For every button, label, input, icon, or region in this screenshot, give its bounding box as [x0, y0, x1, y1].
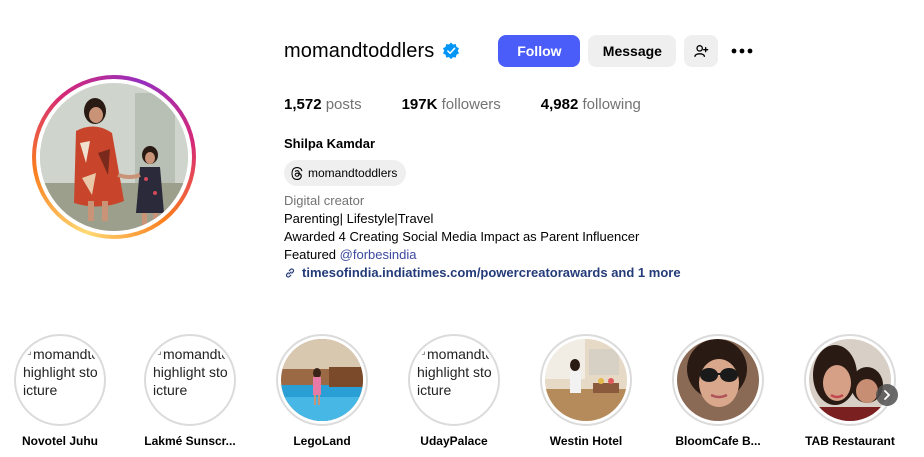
- highlight-label: UdayPalace: [420, 434, 488, 448]
- highlight-westin-hotel[interactable]: Westin Hotel: [526, 334, 646, 448]
- highlight-label: BloomCafe B...: [675, 434, 761, 448]
- followers-label: followers: [441, 96, 501, 113]
- avatar-photo: [40, 83, 188, 231]
- threads-badge[interactable]: momandtoddlers: [284, 160, 407, 186]
- highlight-cover-broken: momandtoo highlight sto icture: [19, 339, 101, 421]
- follow-button[interactable]: Follow: [498, 35, 581, 67]
- more-options-button[interactable]: [726, 35, 758, 67]
- mother-child-selfie-photo: [809, 339, 891, 421]
- profile-avatar[interactable]: [32, 75, 196, 239]
- following-stat[interactable]: 4,982 following: [541, 96, 641, 113]
- followers-stat[interactable]: 197K followers: [402, 96, 501, 113]
- verified-badge-icon: [442, 42, 460, 60]
- external-link[interactable]: timesofindia.indiatimes.com/powercreator…: [284, 264, 681, 282]
- highlight-udaypalace[interactable]: momandtoo highlight sto icture UdayPalac…: [394, 334, 514, 448]
- highlights-next-button[interactable]: [876, 384, 898, 406]
- external-link-text: timesofindia.indiatimes.com/powercreator…: [302, 265, 681, 280]
- username[interactable]: momandtoddlers: [284, 40, 434, 63]
- threads-handle: momandtoddlers: [308, 166, 398, 180]
- highlight-novotel-juhu[interactable]: momandtoo highlight sto icture Novotel J…: [0, 334, 120, 448]
- posts-count: 1,572: [284, 96, 322, 113]
- bio-line-1: Parenting| Lifestyle|Travel: [284, 211, 434, 226]
- person-add-icon: [694, 45, 709, 57]
- broken-image-icon: [417, 347, 425, 355]
- bio: Digital creator Parenting| Lifestyle|Tra…: [284, 192, 681, 282]
- highlight-alt-text: momandtoo highlight sto icture: [153, 346, 231, 398]
- highlight-lakme-sunscreen[interactable]: momandtoo highlight sto icture Lakmé Sun…: [130, 334, 250, 448]
- highlight-label: Lakmé Sunscr...: [144, 434, 236, 448]
- story-highlights: momandtoo highlight sto icture Novotel J…: [0, 334, 924, 457]
- highlight-alt-text: momandtoo highlight sto icture: [417, 346, 495, 398]
- highlight-label: Novotel Juhu: [21, 434, 98, 448]
- profile-header: momandtoddlers Follow Message: [284, 35, 758, 67]
- highlight-label: Westin Hotel: [549, 434, 623, 448]
- full-name: Shilpa Kamdar: [284, 136, 376, 151]
- pool-photo: [281, 339, 363, 421]
- highlight-bloomcafe[interactable]: BloomCafe B...: [658, 334, 778, 448]
- broken-image-icon: [23, 347, 31, 355]
- highlight-cover-broken: momandtoo highlight sto icture: [413, 339, 495, 421]
- chevron-right-icon: [884, 390, 890, 400]
- threads-icon: [291, 166, 303, 180]
- highlight-label: TAB Restaurant: [805, 434, 895, 448]
- avatar-illustration: [40, 83, 188, 231]
- message-button[interactable]: Message: [588, 35, 677, 67]
- more-options-icon: [731, 48, 753, 54]
- highlight-alt-text: momandtoo highlight sto icture: [23, 346, 101, 398]
- bio-line-3: Featured @forbesindia: [284, 246, 681, 264]
- link-icon: [285, 268, 295, 278]
- hotel-room-photo: [545, 339, 627, 421]
- featured-prefix: Featured: [284, 247, 340, 262]
- sunglasses-selfie-photo: [677, 339, 759, 421]
- posts-label: posts: [325, 96, 362, 113]
- forbesindia-mention[interactable]: @forbesindia: [340, 247, 417, 262]
- broken-image-icon: [153, 347, 161, 355]
- posts-stat: 1,572 posts: [284, 96, 362, 113]
- suggest-accounts-button[interactable]: [684, 35, 719, 67]
- following-count: 4,982: [540, 96, 579, 113]
- followers-count: 197K: [401, 96, 438, 113]
- following-label: following: [582, 96, 641, 113]
- profile-stats: 1,572 posts 197K followers 4,982 followi…: [284, 96, 681, 113]
- highlight-legoland[interactable]: LegoLand: [262, 334, 382, 448]
- highlight-cover-broken: momandtoo highlight sto icture: [149, 339, 231, 421]
- bio-line-2: Awarded 4 Creating Social Media Impact a…: [284, 229, 640, 244]
- highlight-label: LegoLand: [293, 434, 351, 448]
- category-label: Digital creator: [284, 193, 365, 208]
